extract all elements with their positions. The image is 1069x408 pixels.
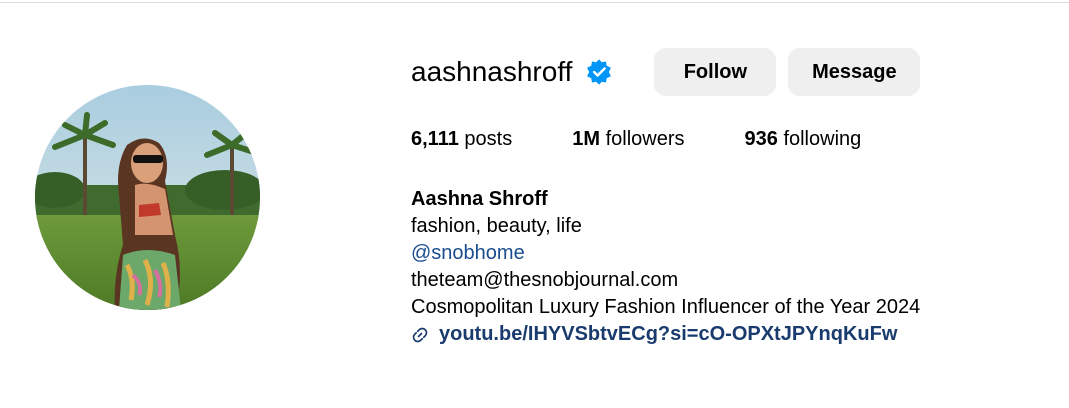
bio-tagline: fashion, beauty, life xyxy=(411,215,582,237)
follow-button[interactable]: Follow xyxy=(654,48,777,96)
username: aashnashroff xyxy=(411,56,573,87)
following-count: 936 xyxy=(744,128,778,150)
bio-email: theteam@thesnobjournal.com xyxy=(411,269,679,291)
full-name: Aashna Shroff xyxy=(411,188,548,210)
followers-count: 1M xyxy=(572,128,601,150)
posts-count: 6,111 xyxy=(411,128,459,150)
external-link-text[interactable]: youtu.be/IHYVSbtvECg?si=cO-OPXtJPYnqKuFw xyxy=(439,321,897,348)
posts-stat: 6,111 posts xyxy=(411,128,512,151)
bio-mention-link[interactable]: @snobhome xyxy=(411,240,920,267)
following-stat[interactable]: 936 following xyxy=(745,128,862,151)
followers-stat[interactable]: 1M followers xyxy=(572,128,684,151)
profile-bio: Aashna Shroff fashion, beauty, life @sno… xyxy=(411,186,920,348)
avatar-photo xyxy=(35,85,260,310)
followers-label: followers xyxy=(605,128,685,150)
bio-external-link[interactable]: youtu.be/IHYVSbtvECg?si=cO-OPXtJPYnqKuFw xyxy=(411,321,920,348)
bio-award: Cosmopolitan Luxury Fashion Influencer o… xyxy=(411,296,921,318)
verified-badge-icon xyxy=(584,57,614,87)
following-label: following xyxy=(783,128,862,150)
profile-header: aashnashroff Follow Message xyxy=(411,48,921,96)
message-button[interactable]: Message xyxy=(788,48,921,96)
link-icon xyxy=(411,326,429,344)
top-divider xyxy=(0,0,1069,3)
avatar[interactable] xyxy=(35,85,260,310)
posts-label: posts xyxy=(464,128,513,150)
profile-stats: 6,111 posts 1M followers 936 following xyxy=(411,128,921,151)
